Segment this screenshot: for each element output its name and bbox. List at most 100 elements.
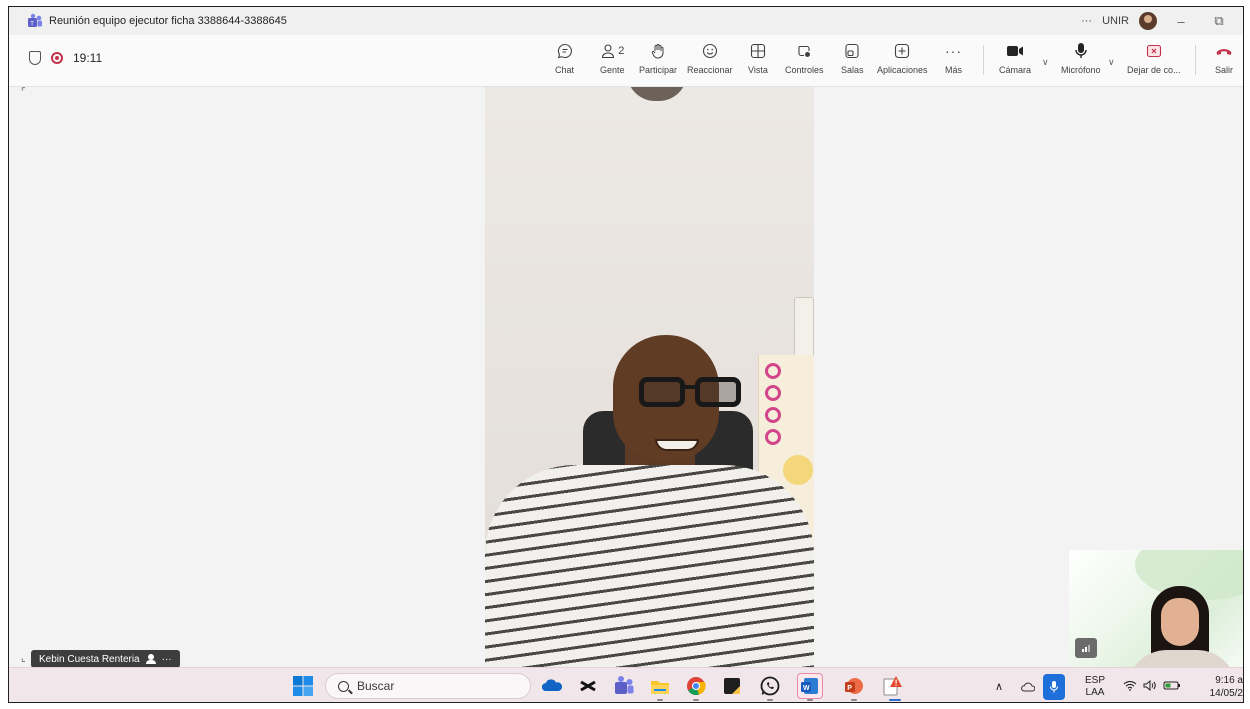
alert-app-icon[interactable]	[881, 675, 903, 697]
rooms-label: Salas	[841, 65, 864, 75]
wall-outlet	[794, 297, 814, 357]
react-button[interactable]: Reaccionar	[687, 41, 733, 75]
whatsapp-icon[interactable]	[759, 675, 781, 697]
self-body	[1127, 650, 1237, 667]
chat-button[interactable]: Chat	[555, 41, 574, 75]
participant-glasses	[639, 377, 747, 407]
apps-label: Aplicaciones	[877, 65, 928, 75]
shield-icon[interactable]	[29, 51, 41, 65]
powerpoint-icon[interactable]: P	[843, 675, 865, 697]
file-explorer-icon[interactable]	[649, 675, 671, 697]
running-indicator	[693, 699, 699, 701]
running-indicator	[767, 699, 773, 701]
system-status[interactable]	[1123, 668, 1181, 702]
camera-icon	[1006, 41, 1024, 61]
toolbar-divider	[1195, 45, 1196, 75]
apps-button[interactable]: Aplicaciones	[877, 41, 928, 75]
account-avatar[interactable]	[1139, 12, 1157, 30]
sticky-notes-icon[interactable]	[721, 675, 743, 697]
raise-hand-label: Participar	[639, 65, 678, 75]
smile-icon	[702, 41, 718, 61]
volume-icon	[1143, 679, 1157, 694]
active-indicator	[889, 699, 901, 701]
react-label: Reaccionar	[687, 65, 733, 75]
taskbar-search[interactable]: Buscar	[325, 673, 531, 699]
camera-options-chevron-icon[interactable]: ∨	[1042, 57, 1049, 68]
word-icon[interactable]: W	[797, 673, 823, 699]
leave-button[interactable]: Salir	[1215, 41, 1233, 75]
stage-corner-mark: ⌞	[21, 653, 26, 664]
search-placeholder: Buscar	[357, 679, 395, 693]
organizer-icon	[145, 654, 156, 664]
people-button[interactable]: 2 Gente	[600, 41, 625, 75]
chat-icon	[557, 41, 573, 61]
wall-object	[627, 87, 687, 101]
participant-shirt	[485, 465, 814, 667]
teams-meeting-window: T Reunión equipo ejecutor ficha 3388644-…	[8, 6, 1244, 703]
chrome-icon[interactable]	[685, 675, 707, 697]
self-view-video[interactable]	[1069, 550, 1243, 667]
participant-name: Kebin Cuesta Renteria	[39, 653, 140, 665]
record-icon	[51, 52, 63, 64]
view-button[interactable]: Vista	[748, 41, 768, 75]
clock[interactable]: 9:16 a 14/05/2	[1205, 668, 1243, 702]
signal-icon[interactable]	[1075, 638, 1097, 658]
people-count: 2	[618, 44, 625, 57]
tray-overflow-chevron-icon[interactable]: ∧	[995, 668, 1003, 702]
search-icon	[338, 680, 349, 692]
stop-share-button[interactable]: Dejar de co...	[1127, 41, 1181, 75]
language-indicator[interactable]: ESP LAA	[1085, 668, 1106, 702]
clock-time: 9:16 a	[1215, 674, 1243, 686]
meeting-timer: 19:11	[73, 51, 103, 65]
rooms-button[interactable]: Salas	[841, 41, 864, 75]
meeting-stage: ⌜ ⌞ Kebin Cuesta Renteria ···	[9, 87, 1243, 668]
camera-button[interactable]: Cámara	[999, 41, 1031, 75]
people-label: Gente	[600, 65, 625, 75]
running-indicator	[807, 699, 813, 701]
capcut-icon[interactable]	[577, 675, 599, 697]
mic-button[interactable]: Micrófono	[1061, 41, 1101, 75]
minimize-button[interactable]: –	[1167, 7, 1195, 35]
controls-label: Controles	[785, 65, 824, 75]
svg-text:W: W	[803, 685, 810, 692]
chat-label: Chat	[555, 65, 575, 75]
view-icon	[750, 41, 766, 61]
more-button[interactable]: ··· Más	[945, 41, 962, 75]
toolbar-divider	[983, 45, 984, 75]
teams-icon: T	[27, 13, 43, 29]
apps-icon	[894, 41, 910, 61]
controls-button[interactable]: Controles	[785, 41, 824, 75]
svg-text:T: T	[30, 21, 34, 27]
mic-icon	[1074, 41, 1088, 61]
participant-video[interactable]	[485, 87, 814, 667]
people-icon: 2	[600, 41, 624, 61]
raise-hand-button[interactable]: Participar	[639, 41, 677, 75]
camera-label: Cámara	[999, 65, 1032, 75]
meeting-toolbar: 19:11 Chat 2 Gente Participar Reaccionar…	[9, 35, 1243, 87]
participant-name-tag[interactable]: Kebin Cuesta Renteria ···	[31, 650, 180, 668]
participant-more-button[interactable]: ···	[162, 654, 172, 665]
keyboard-layout: LAA	[1085, 686, 1105, 698]
window-title: Reunión equipo ejecutor ficha 3388644-33…	[49, 15, 287, 27]
mic-active-indicator-icon[interactable]	[1043, 668, 1065, 702]
more-icon: ···	[945, 43, 962, 59]
title-bar: T Reunión equipo ejecutor ficha 3388644-…	[9, 7, 1243, 35]
participant-smile	[655, 439, 699, 451]
windows-taskbar: Buscar W P ∧ ESP LAA 9:16 a 14/05/2	[9, 667, 1243, 702]
onedrive-icon[interactable]	[541, 675, 563, 697]
battery-icon	[1163, 680, 1181, 694]
running-indicator	[851, 699, 857, 701]
mic-options-chevron-icon[interactable]: ∨	[1108, 57, 1115, 68]
controls-icon	[796, 41, 812, 61]
leave-phone-icon	[1215, 41, 1233, 61]
stop-share-icon	[1146, 41, 1162, 61]
teams-taskbar-icon[interactable]	[613, 675, 635, 697]
windows-start-icon[interactable]	[292, 675, 314, 697]
self-face	[1161, 598, 1199, 646]
stage-corner-mark: ⌜	[21, 87, 26, 98]
more-options-button[interactable]: ···	[1081, 15, 1092, 27]
cloud-icon[interactable]	[1021, 668, 1035, 702]
wifi-icon	[1123, 680, 1137, 694]
restore-button[interactable]: ⧉	[1205, 7, 1233, 35]
language-code: ESP	[1085, 674, 1106, 686]
